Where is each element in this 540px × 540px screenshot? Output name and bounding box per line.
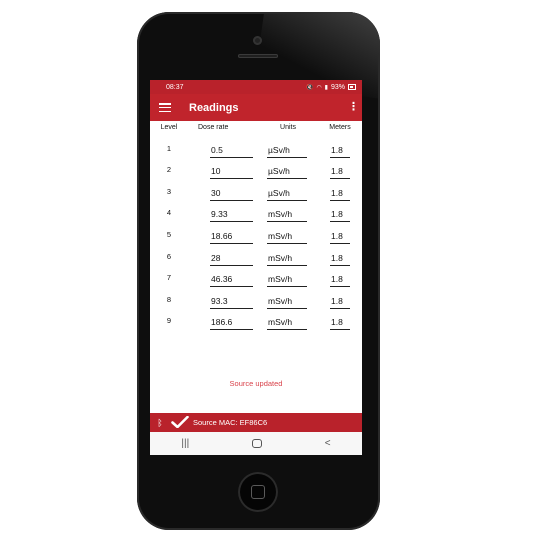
hamburger-icon[interactable]: [159, 103, 171, 112]
header-meters: Meters: [329, 124, 351, 131]
meters-input[interactable]: 1.8: [330, 317, 350, 331]
meters-input[interactable]: 1.8: [330, 188, 350, 201]
table-row: 3 30 µSv/h 1.8: [150, 179, 362, 201]
dose-rate-input[interactable]: 93.3: [210, 296, 253, 309]
app-bar: Readings ⋮: [150, 94, 362, 121]
status-time: 08:37: [166, 83, 184, 91]
table-row: 6 28 mSv/h 1.8: [150, 244, 362, 266]
battery-percent: 93%: [330, 83, 345, 91]
meters-input[interactable]: 1.8: [330, 166, 350, 180]
meters-input[interactable]: 1.8: [330, 253, 350, 266]
home-button[interactable]: [238, 472, 278, 512]
table-row: 9 186.6 mSv/h 1.8: [150, 309, 362, 331]
status-bar: 08:37 🔇 ◠ ▮ 93%: [150, 80, 362, 94]
source-mac-label: Source MAC: EF86C6: [193, 418, 268, 427]
front-camera: [253, 36, 262, 45]
nav-home-icon[interactable]: [251, 439, 262, 448]
units-select[interactable]: mSv/h: [267, 231, 307, 244]
units-select[interactable]: µSv/h: [267, 188, 307, 201]
meters-input[interactable]: 1.8: [330, 231, 350, 244]
row-level: 4: [166, 208, 172, 218]
dose-rate-input[interactable]: 46.36: [210, 274, 253, 288]
header-units: Units: [280, 124, 296, 131]
row-level: 3: [166, 186, 172, 196]
readings-list: 1 0.5 µSv/h 1.8 2 10 µSv/h 1.8 3 30 µSv/…: [150, 136, 362, 331]
header-dose-rate: Dose rate: [198, 124, 229, 131]
units-select[interactable]: mSv/h: [267, 296, 307, 309]
units-select[interactable]: mSv/h: [267, 274, 307, 288]
row-level: 6: [166, 251, 172, 261]
table-row: 7 46.36 mSv/h 1.8: [150, 266, 362, 288]
units-select[interactable]: µSv/h: [267, 166, 307, 180]
table-header: Level Dose rate Units Meters: [150, 121, 362, 134]
bluetooth-icon: ᛒ: [157, 417, 163, 428]
meters-input[interactable]: 1.8: [330, 274, 350, 288]
dose-rate-input[interactable]: 18.66: [210, 231, 253, 244]
row-level: 1: [166, 143, 172, 153]
earpiece-speaker: [238, 54, 278, 58]
dose-rate-input[interactable]: 186.6: [210, 317, 253, 331]
row-level: 8: [166, 294, 172, 304]
mute-icon: 🔇: [305, 84, 314, 91]
table-row: 2 10 µSv/h 1.8: [150, 158, 362, 180]
recents-icon[interactable]: |||: [181, 438, 189, 449]
dose-rate-input[interactable]: 10: [210, 166, 253, 180]
signal-icon: ▮: [324, 84, 328, 91]
units-select[interactable]: mSv/h: [267, 209, 307, 223]
status-icons: 🔇 ◠ ▮ 93%: [306, 84, 356, 91]
meters-input[interactable]: 1.8: [330, 209, 350, 223]
units-select[interactable]: mSv/h: [267, 253, 307, 266]
toast-message: Source updated: [229, 379, 283, 388]
table-row: 5 18.66 mSv/h 1.8: [150, 222, 362, 244]
meters-input[interactable]: 1.8: [330, 145, 350, 158]
units-select[interactable]: mSv/h: [267, 317, 307, 331]
android-nav-bar: ||| <: [150, 432, 362, 455]
row-level: 9: [166, 316, 172, 326]
wifi-icon: ◠: [316, 84, 322, 91]
row-level: 7: [166, 273, 172, 283]
dose-rate-input[interactable]: 9.33: [210, 209, 253, 223]
meters-input[interactable]: 1.8: [330, 296, 350, 309]
source-bar: ᛒ Source MAC: EF86C6: [150, 413, 362, 432]
header-level: Level: [160, 124, 178, 131]
table-row: 4 9.33 mSv/h 1.8: [150, 201, 362, 223]
dose-rate-input[interactable]: 0.5: [210, 145, 253, 158]
more-vert-icon[interactable]: ⋮: [348, 102, 359, 113]
dose-rate-input[interactable]: 28: [210, 253, 253, 266]
dose-rate-input[interactable]: 30: [210, 188, 253, 201]
table-row: 1 0.5 µSv/h 1.8: [150, 136, 362, 158]
app-screen: 08:37 🔇 ◠ ▮ 93% Readings ⋮ Level Dose ra…: [150, 80, 362, 455]
back-icon[interactable]: <: [325, 438, 331, 449]
battery-icon: [348, 84, 356, 90]
row-level: 2: [166, 165, 172, 175]
table-row: 8 93.3 mSv/h 1.8: [150, 287, 362, 309]
page-title: Readings: [189, 101, 239, 114]
row-level: 5: [166, 229, 172, 239]
check-icon: [171, 415, 189, 430]
units-select[interactable]: µSv/h: [267, 145, 307, 158]
